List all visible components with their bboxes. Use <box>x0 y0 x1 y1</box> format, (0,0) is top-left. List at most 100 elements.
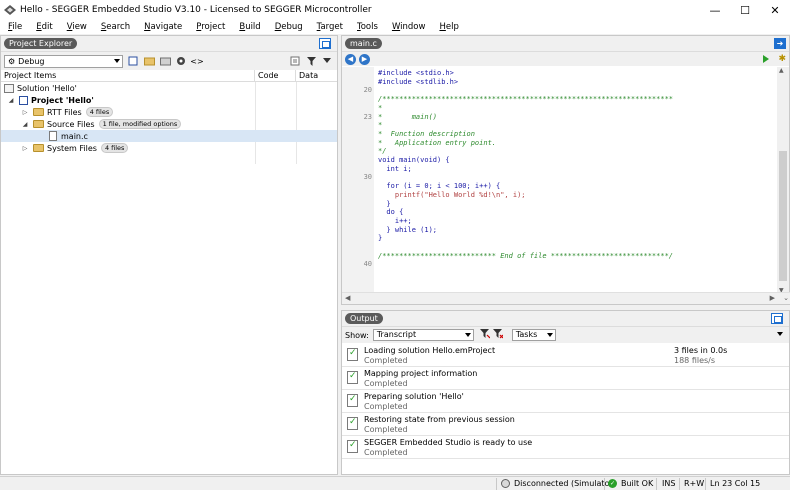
menu-project[interactable]: Project <box>192 22 231 32</box>
file-count-badge: 4 files <box>100 143 129 153</box>
tree-item-rtt-files[interactable]: ▷ RTT Files 4 files <box>1 106 337 118</box>
menu-edit[interactable]: Edit <box>32 22 58 32</box>
minimize-button[interactable]: — <box>700 0 730 20</box>
scrollbar-thumb[interactable] <box>779 151 787 281</box>
close-button[interactable]: ✕ <box>760 0 790 20</box>
window-toggle-icon[interactable] <box>319 38 331 49</box>
editor-tab-main-c[interactable]: main.c <box>345 38 382 49</box>
project-explorer-panel: Project Explorer ⚙ Debug <> Project Item… <box>0 35 338 475</box>
editor-navigation-bar: ◀ ▶ ✱ <box>342 52 789 66</box>
code-line: 20 <box>363 86 372 95</box>
back-arrow-icon[interactable]: ◀ <box>345 53 356 65</box>
status-separator <box>604 478 605 490</box>
tree-item-project[interactable]: ◢ Project 'Hello' <box>1 94 337 106</box>
cursor-position[interactable]: Ln 23 Col 15 <box>710 479 760 488</box>
chevron-down-icon[interactable] <box>777 332 783 336</box>
project-explorer-tab[interactable]: Project Explorer <box>4 38 78 49</box>
open-folder-icon[interactable] <box>143 55 155 67</box>
new-file-icon[interactable] <box>127 55 139 67</box>
filter-remove-icon[interactable] <box>492 328 504 342</box>
output-show-value: Transcript <box>376 330 417 339</box>
expand-arrow-icon[interactable]: ▷ <box>21 109 29 116</box>
list-item[interactable]: Loading solution Hello.emProject Complet… <box>342 344 789 367</box>
column-project-items[interactable]: Project Items <box>1 70 255 81</box>
chevron-down-icon[interactable]: ⌄ <box>783 294 789 302</box>
filter-add-icon[interactable] <box>479 328 491 342</box>
output-tasks-select[interactable]: Tasks <box>511 329 556 341</box>
message-detail: 3 files in 0.0s <box>674 346 728 355</box>
insert-mode[interactable]: INS <box>662 479 675 488</box>
editor-panel: main.c ➜ ◀ ▶ ✱ #include <stdio.h> #inclu… <box>341 35 790 305</box>
c-file-icon <box>49 131 57 141</box>
menu-target[interactable]: Target <box>313 22 349 32</box>
output-show-select[interactable]: Transcript <box>372 329 474 341</box>
message-title: SEGGER Embedded Studio is ready to use <box>364 438 533 447</box>
scroll-right-icon[interactable]: ▶ <box>770 294 775 302</box>
code-line: int i; <box>378 164 412 173</box>
editor-header: main.c ➜ <box>342 36 789 52</box>
menu-window[interactable]: Window <box>388 22 432 32</box>
tree-item-main-c[interactable]: main.c <box>1 130 337 142</box>
project-explorer-toolbar: ⚙ Debug <> <box>1 52 337 70</box>
tree-item-source-files[interactable]: ◢ Source Files 1 file, modified options <box>1 118 337 130</box>
code-editor[interactable]: #include <stdio.h> #include <stdlib.h> 2… <box>342 67 778 294</box>
build-config-value: Debug <box>18 56 45 66</box>
menu-build[interactable]: Build <box>235 22 266 32</box>
scroll-up-icon[interactable]: ▲ <box>779 67 784 74</box>
message-status: Completed <box>364 379 408 388</box>
maximize-button[interactable]: ☐ <box>730 0 760 20</box>
chevron-down-icon[interactable] <box>321 55 333 67</box>
jump-arrow-icon[interactable]: ➜ <box>774 38 786 49</box>
build-status[interactable]: ✓ Built OK <box>608 479 653 488</box>
status-separator <box>705 478 706 490</box>
debug-icon[interactable]: ✱ <box>778 54 786 64</box>
output-message-list: Loading solution Hello.emProject Complet… <box>342 344 789 459</box>
column-data[interactable]: Data <box>296 70 337 81</box>
new-folder-icon[interactable] <box>159 55 171 67</box>
build-config-select[interactable]: ⚙ Debug <box>4 54 123 68</box>
project-explorer-header: Project Explorer <box>1 36 337 52</box>
menu-navigate[interactable]: Navigate <box>140 22 188 32</box>
connection-status[interactable]: Disconnected (Simulator) <box>501 479 616 488</box>
tree-item-system-files[interactable]: ▷ System Files 4 files <box>1 142 337 154</box>
code-line: void main(void) { <box>378 156 450 164</box>
project-tree-header: Project Items Code Data <box>1 70 337 82</box>
code-line: 23 * main() <box>363 112 438 121</box>
list-item[interactable]: Restoring state from previous session Co… <box>342 413 789 436</box>
menu-file[interactable]: File <box>4 22 28 32</box>
menu-help[interactable]: Help <box>435 22 464 32</box>
properties-icon[interactable] <box>289 55 301 67</box>
menu-debug[interactable]: Debug <box>271 22 309 32</box>
scroll-left-icon[interactable]: ◀ <box>345 294 350 302</box>
status-separator <box>656 478 657 490</box>
window-toggle-icon[interactable] <box>771 313 783 324</box>
code-view-icon[interactable]: <> <box>190 55 203 67</box>
expand-arrow-icon[interactable]: ▷ <box>21 145 29 152</box>
collapse-arrow-icon[interactable]: ◢ <box>7 97 15 104</box>
code-line: 40 <box>363 260 372 269</box>
list-item[interactable]: Mapping project information Completed <box>342 367 789 390</box>
code-line: * Application entry point. <box>378 138 497 147</box>
column-code[interactable]: Code <box>255 70 296 81</box>
collapse-arrow-icon[interactable]: ◢ <box>21 121 29 128</box>
editor-vertical-scrollbar[interactable]: ▲ ▼ <box>777 67 789 294</box>
run-icon[interactable] <box>763 55 769 63</box>
editor-horizontal-scrollbar[interactable]: ◀ ▶ ⌄ <box>342 292 790 304</box>
code-line: /***************************************… <box>378 95 674 104</box>
menu-search[interactable]: Search <box>97 22 136 32</box>
forward-arrow-icon[interactable]: ▶ <box>359 53 370 65</box>
file-count-badge: 4 files <box>85 107 114 117</box>
folder-icon <box>33 144 44 152</box>
access-mode[interactable]: R+W <box>684 479 704 488</box>
settings-icon[interactable] <box>175 55 187 67</box>
menu-tools[interactable]: Tools <box>353 22 384 32</box>
menu-view[interactable]: View <box>63 22 93 32</box>
folder-open-icon <box>33 120 44 128</box>
list-item[interactable]: Preparing solution 'Hello' Completed <box>342 390 789 413</box>
list-item[interactable]: SEGGER Embedded Studio is ready to use C… <box>342 436 789 459</box>
message-status: Completed <box>364 448 408 457</box>
filter-icon[interactable] <box>305 55 317 67</box>
output-tab[interactable]: Output <box>345 313 383 324</box>
tree-item-label: RTT Files <box>47 107 82 117</box>
tree-item-solution[interactable]: Solution 'Hello' <box>1 82 337 94</box>
